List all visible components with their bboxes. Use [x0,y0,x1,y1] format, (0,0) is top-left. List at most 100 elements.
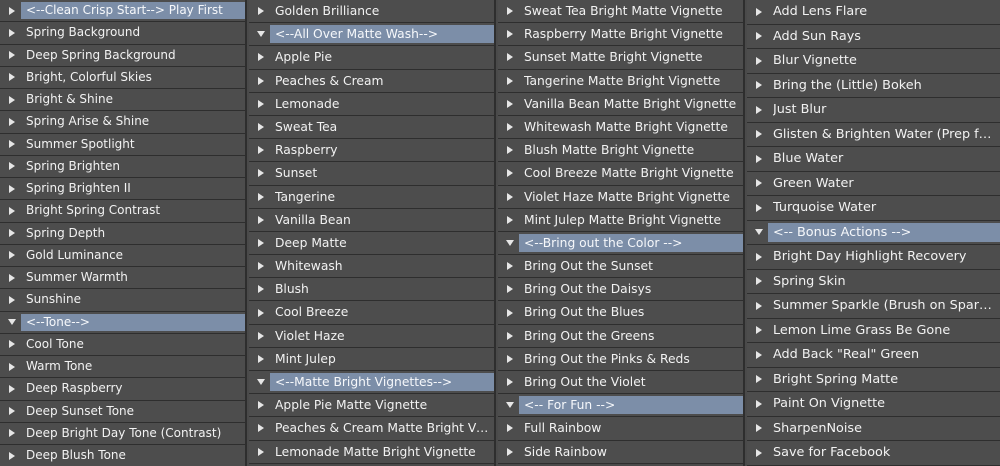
disclosure-triangle-right-icon[interactable] [258,53,264,62]
action-item[interactable]: SharpenNoise [747,416,1000,441]
disclosure-triangle-right-icon[interactable] [507,30,513,39]
disclosure-triangle-right-icon[interactable] [507,76,513,85]
action-item[interactable]: Spring Skin [747,269,1000,294]
action-item[interactable]: Bright Spring Matte [747,367,1000,392]
disclosure-triangle-right-icon[interactable] [507,378,513,387]
action-item[interactable]: Deep Raspberry [0,378,245,401]
disclosure-triangle-right-icon[interactable] [756,56,762,65]
action-item[interactable]: Whitewash Matte Bright Vignette [498,115,743,140]
action-item[interactable]: Cool Breeze Matte Bright Vignette [498,162,743,186]
disclosure-triangle-right-icon[interactable] [9,28,15,37]
disclosure-triangle-right-icon[interactable] [756,130,762,139]
disclosure-triangle-down-icon[interactable] [506,402,514,409]
disclosure-triangle-right-icon[interactable] [258,285,264,294]
disclosure-triangle-right-icon[interactable] [756,252,762,261]
action-item[interactable]: Bring Out the Daisys [498,278,743,302]
disclosure-triangle-right-icon[interactable] [507,447,513,456]
action-item[interactable]: Green Water [747,171,1000,196]
action-item[interactable]: Bring Out the Violet [498,371,743,395]
disclosure-triangle-right-icon[interactable] [507,285,513,294]
action-set-header[interactable]: <-- For Fun --> [498,394,743,418]
action-item[interactable]: Sunset [249,162,494,186]
action-item[interactable]: Sunset Matte Bright Vignette [498,46,743,70]
action-item[interactable]: Deep Blush Tone [0,445,245,466]
action-item[interactable]: Spring Background [0,22,245,45]
action-item[interactable]: Deep Sunset Tone [0,400,245,423]
action-item[interactable]: Bright Day Highlight Recovery [747,245,1000,270]
action-item[interactable]: Deep Spring Background [0,44,245,67]
disclosure-triangle-right-icon[interactable] [507,169,513,178]
disclosure-triangle-right-icon[interactable] [9,73,15,82]
action-item[interactable]: Violet Haze Matte Bright Vignette [498,185,743,209]
disclosure-triangle-right-icon[interactable] [756,154,762,163]
disclosure-triangle-right-icon[interactable] [258,99,264,108]
disclosure-triangle-right-icon[interactable] [258,169,264,178]
disclosure-triangle-right-icon[interactable] [9,407,15,416]
action-set-header[interactable]: <--Tone--> [0,311,245,334]
disclosure-triangle-right-icon[interactable] [756,350,762,359]
disclosure-triangle-down-icon[interactable] [257,379,265,386]
disclosure-triangle-right-icon[interactable] [9,162,15,171]
action-set-header[interactable]: <--All Over Matte Wash--> [249,23,494,47]
disclosure-triangle-right-icon[interactable] [9,184,15,193]
disclosure-triangle-right-icon[interactable] [756,424,762,433]
action-item[interactable]: Golden Brilliance [249,0,494,24]
disclosure-triangle-right-icon[interactable] [756,179,762,188]
action-item[interactable]: Summer Sparkle (Brush on Sparkle) [747,294,1000,319]
action-item[interactable]: Bring the (Little) Bokeh [747,73,1000,98]
disclosure-triangle-right-icon[interactable] [507,424,513,433]
action-item[interactable]: Tangerine [249,185,494,209]
action-item[interactable]: Spring Arise & Shine [0,111,245,134]
action-item[interactable]: Tangerine Matte Bright Vignette [498,69,743,93]
action-set-header[interactable]: <--Clean Crisp Start--> Play First [0,0,245,23]
action-item[interactable]: Bring Out the Greens [498,324,743,348]
action-item[interactable]: Add Back "Real" Green [747,343,1000,368]
disclosure-triangle-right-icon[interactable] [756,105,762,114]
disclosure-triangle-right-icon[interactable] [258,146,264,155]
action-item[interactable]: Blue Water [747,147,1000,172]
action-item[interactable]: Lemon Lime Grass Be Gone [747,318,1000,343]
action-item[interactable]: Spring Brighten II [0,178,245,201]
action-item[interactable]: Apple Pie [249,46,494,70]
disclosure-triangle-right-icon[interactable] [756,301,762,310]
action-item[interactable]: Mint Julep [249,347,494,371]
action-item[interactable]: Deep Bright Day Tone (Contrast) [0,422,245,445]
action-item[interactable]: Violet Haze [249,324,494,348]
disclosure-triangle-right-icon[interactable] [9,340,15,349]
disclosure-triangle-right-icon[interactable] [258,262,264,271]
disclosure-triangle-right-icon[interactable] [756,203,762,212]
disclosure-triangle-right-icon[interactable] [756,326,762,335]
action-item[interactable]: Glisten & Brighten Water (Prep for Color… [747,122,1000,147]
disclosure-triangle-right-icon[interactable] [756,32,762,41]
action-item[interactable]: Save for Facebook [747,441,1000,466]
disclosure-triangle-right-icon[interactable] [9,451,15,460]
disclosure-triangle-right-icon[interactable] [756,375,762,384]
action-set-header[interactable]: <--Bring out the Color --> [498,231,743,256]
disclosure-triangle-right-icon[interactable] [9,51,15,60]
action-item[interactable]: Peaches & Cream Matte Bright Vignette [249,417,494,441]
disclosure-triangle-right-icon[interactable] [9,117,15,126]
action-item[interactable]: Bring Out the Pinks & Reds [498,347,743,371]
action-item[interactable]: Sweat Tea [249,115,494,140]
disclosure-triangle-right-icon[interactable] [507,7,513,16]
disclosure-triangle-right-icon[interactable] [9,206,15,215]
action-item[interactable]: Warm Tone [0,356,245,379]
action-item[interactable]: Cool Breeze [249,301,494,325]
action-item[interactable]: Full Rainbow [498,417,743,441]
disclosure-triangle-right-icon[interactable] [507,99,513,108]
action-item[interactable]: Lemonade Matte Bright Vignette [249,440,494,464]
disclosure-triangle-right-icon[interactable] [9,295,15,304]
action-item[interactable]: Just Blur [747,98,1000,123]
disclosure-triangle-right-icon[interactable] [507,123,513,132]
action-item[interactable]: Summer Spotlight [0,133,245,156]
action-item[interactable]: Summer Warmth [0,267,245,290]
disclosure-triangle-down-icon[interactable] [257,31,265,38]
disclosure-triangle-right-icon[interactable] [507,215,513,224]
action-item[interactable]: Sunshine [0,289,245,312]
action-item[interactable]: Deep Matte [249,231,494,256]
disclosure-triangle-right-icon[interactable] [258,192,264,201]
action-item[interactable]: Bring Out the Sunset [498,255,743,279]
disclosure-triangle-right-icon[interactable] [9,229,15,238]
action-item[interactable]: Peaches & Cream [249,69,494,93]
disclosure-triangle-down-icon[interactable] [506,239,514,246]
